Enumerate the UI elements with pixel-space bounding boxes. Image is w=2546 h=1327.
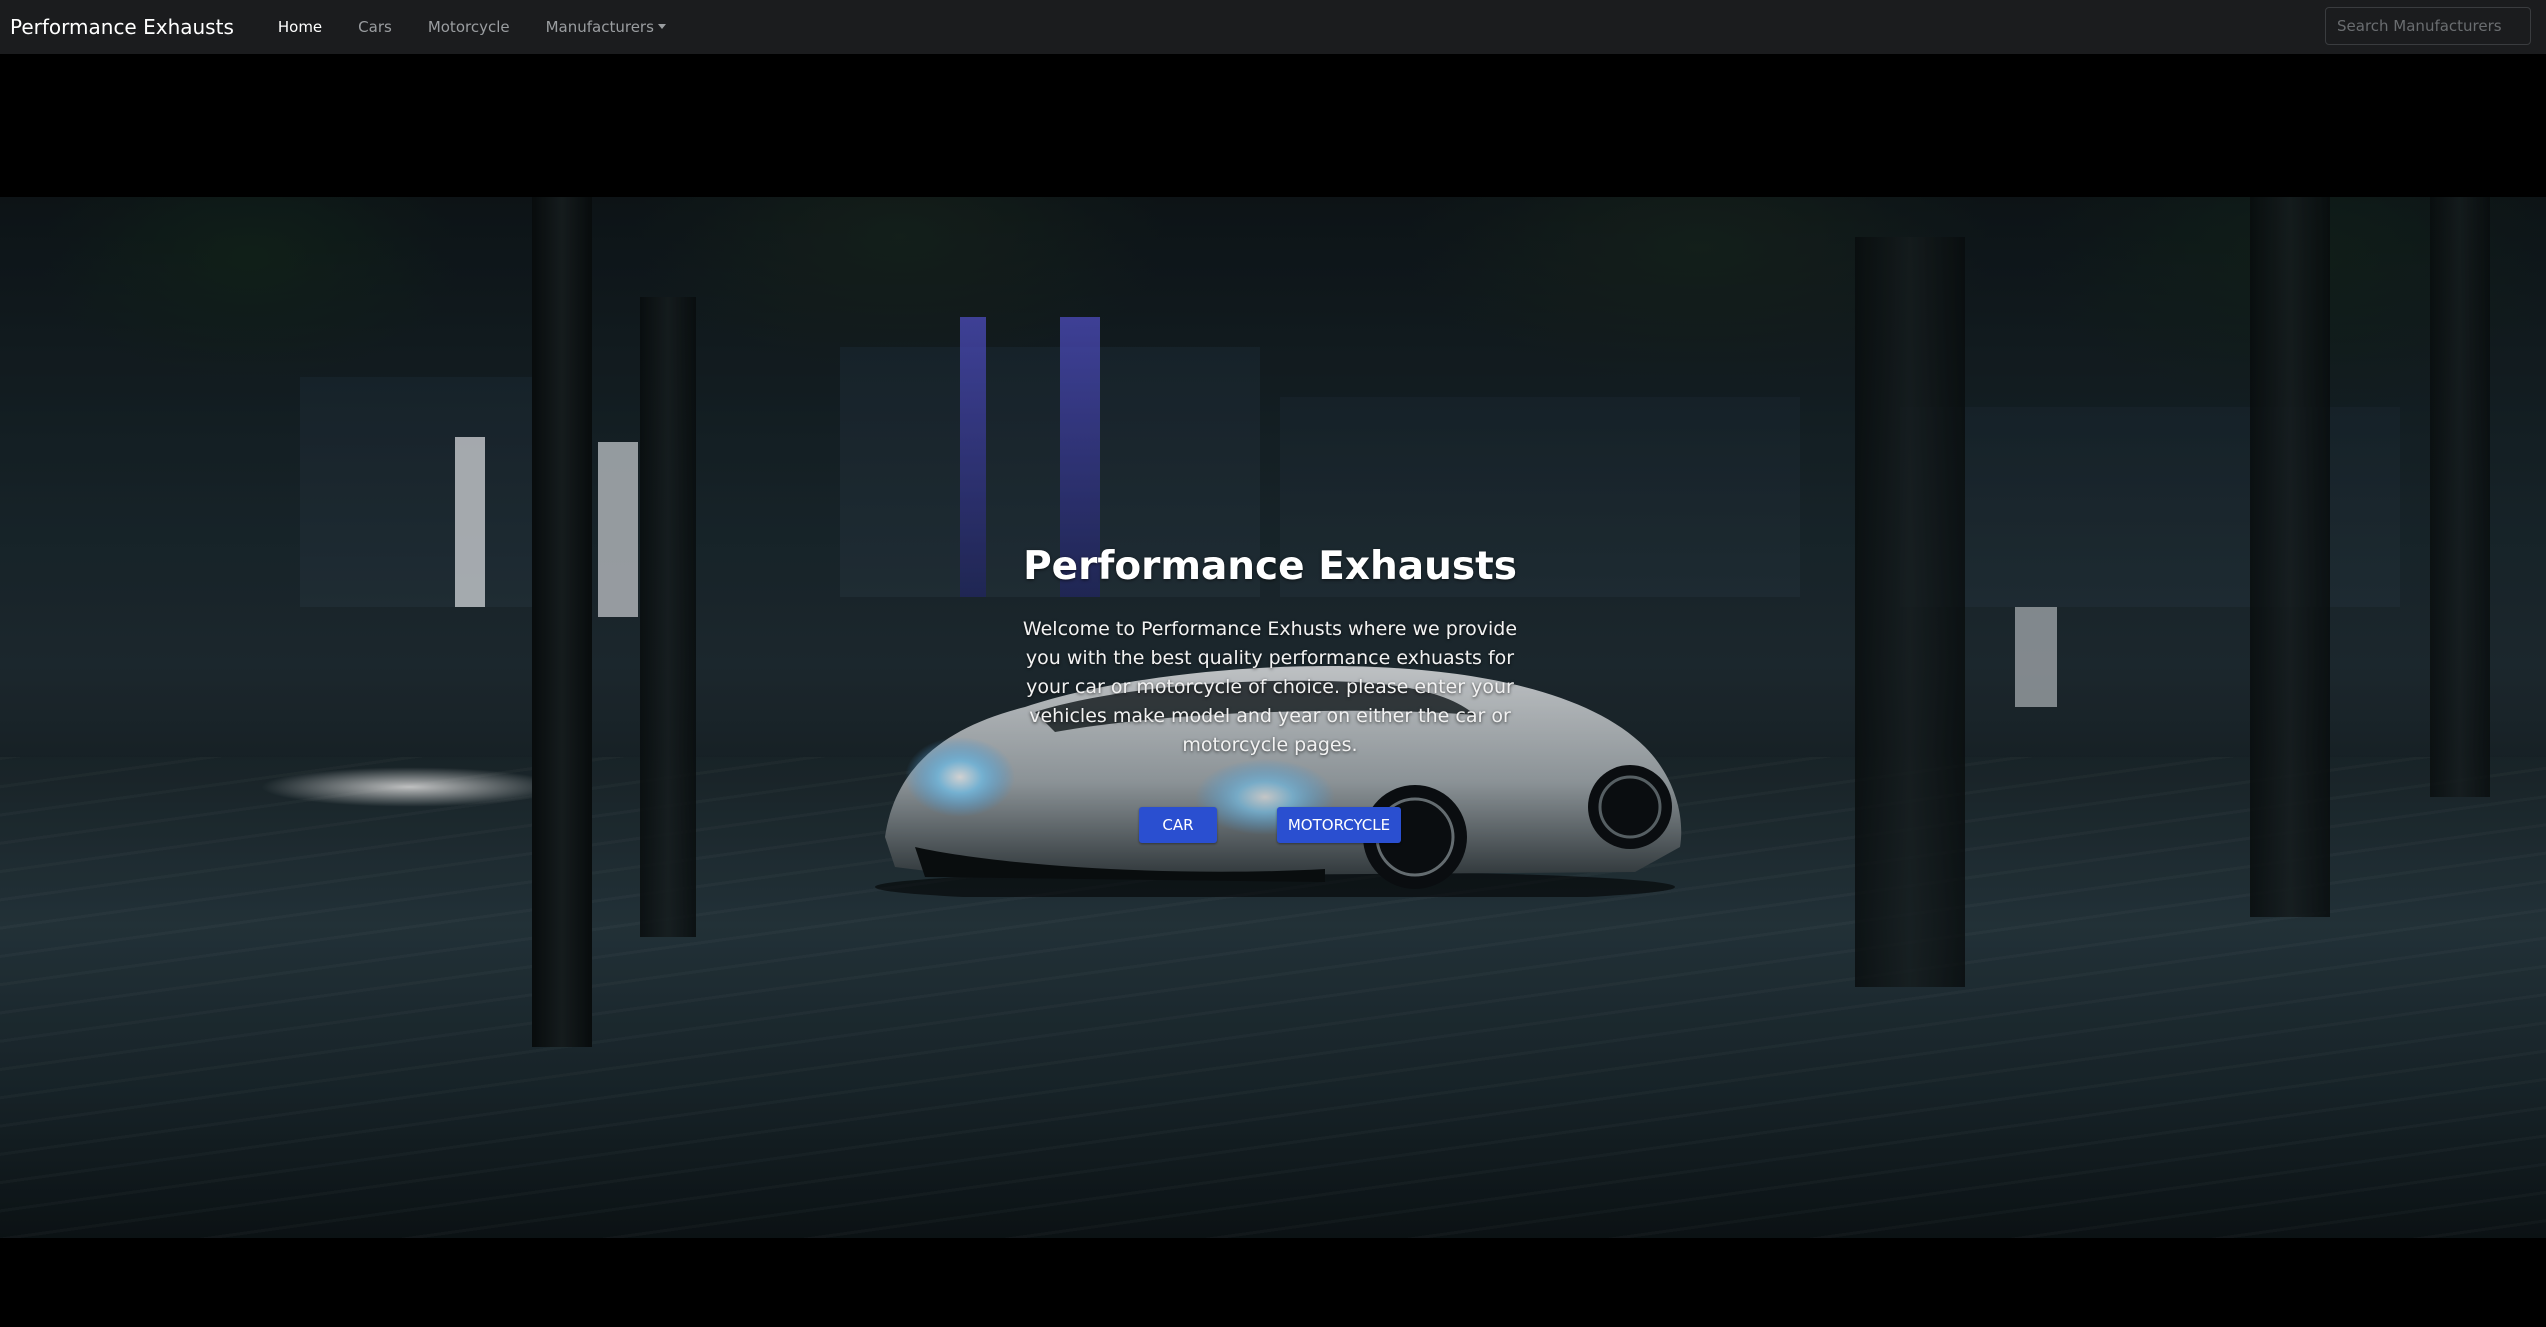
car-button[interactable]: CAR [1139, 806, 1217, 843]
motorcycle-button[interactable]: MOTORCYCLE [1277, 806, 1401, 843]
navbar: Performance Exhausts Home Cars Motorcycl… [0, 0, 2546, 54]
nav-links: Home Cars Motorcycle Manufacturers [278, 18, 702, 36]
nav-link-cars[interactable]: Cars [358, 18, 392, 36]
caret-down-icon [657, 24, 666, 29]
nav-link-motorcycle[interactable]: Motorcycle [428, 18, 510, 36]
brand-link[interactable]: Performance Exhausts [10, 15, 234, 39]
nav-dropdown-label: Manufacturers [545, 18, 654, 36]
nav-link-home[interactable]: Home [278, 18, 322, 36]
hero-button-group: CAR MOTORCYCLE [996, 806, 1544, 843]
hero-description: Welcome to Performance Exhusts where we … [1022, 617, 1518, 756]
search-input[interactable] [2325, 7, 2531, 45]
hero-title: Performance Exhausts [1023, 544, 1517, 589]
nav-dropdown-manufacturers[interactable]: Manufacturers [546, 18, 666, 36]
hero-content: Performance Exhausts Welcome to Performa… [996, 544, 1544, 843]
